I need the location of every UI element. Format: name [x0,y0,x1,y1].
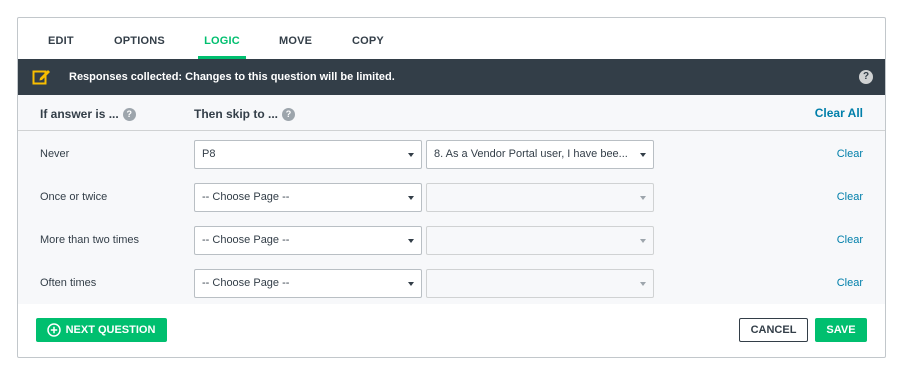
page-select[interactable]: -- Choose Page -- [194,269,422,298]
if-answer-label: If answer is ... [40,107,119,121]
clear-all-link[interactable]: Clear All [815,95,863,131]
tab-copy[interactable]: COPY [352,18,384,59]
answer-label: Once or twice [40,191,108,203]
page-select-value: -- Choose Page -- [202,191,290,203]
question-select [426,226,654,255]
clear-link[interactable]: Clear [837,262,863,305]
rule-row: Often times -- Choose Page -- Clear [18,262,885,305]
page-select-value: -- Choose Page -- [202,277,290,289]
clear-link[interactable]: Clear [837,219,863,262]
rule-row: Once or twice -- Choose Page -- Clear [18,176,885,219]
question-tabs: EDIT OPTIONS LOGIC MOVE COPY [18,18,885,59]
caret-down-icon [640,153,646,157]
answer-label: Often times [40,277,97,289]
caret-down-icon [408,196,414,200]
next-question-button[interactable]: NEXT QUESTION [36,318,167,342]
if-answer-header: If answer is ...? [40,95,136,134]
caret-down-icon [640,239,646,243]
skip-logic-table: If answer is ...? Then skip to ...? Clea… [18,95,885,304]
then-skip-header: Then skip to ...? [194,95,296,134]
question-select[interactable]: 8. As a Vendor Portal user, I have bee..… [426,140,654,169]
page-select[interactable]: -- Choose Page -- [194,183,422,212]
question-select [426,183,654,212]
help-icon[interactable]: ? [122,108,136,121]
caret-down-icon [640,282,646,286]
tab-move[interactable]: MOVE [279,18,312,59]
answer-label: Never [40,148,70,160]
page-select-value: P8 [202,148,216,160]
question-logic-panel: EDIT OPTIONS LOGIC MOVE COPY Responses c… [17,17,886,358]
help-icon[interactable]: ? [282,108,296,121]
tab-options[interactable]: OPTIONS [114,18,165,59]
help-icon[interactable]: ? [859,70,873,84]
next-question-label: NEXT QUESTION [65,324,156,336]
responses-collected-banner: Responses collected: Changes to this que… [18,59,885,95]
rule-row: More than two times -- Choose Page -- Cl… [18,219,885,262]
then-skip-label: Then skip to ... [194,107,279,121]
answer-label: More than two times [40,234,140,246]
skip-logic-header: If answer is ...? Then skip to ...? Clea… [18,95,885,131]
tab-edit[interactable]: EDIT [48,18,74,59]
save-button[interactable]: SAVE [815,318,867,342]
page-select[interactable]: P8 [194,140,422,169]
caret-down-icon [408,282,414,286]
clear-link[interactable]: Clear [837,176,863,219]
rule-row: Never P8 8. As a Vendor Portal user, I h… [18,133,885,176]
page-select-value: -- Choose Page -- [202,234,290,246]
plus-circle-icon [47,323,61,337]
cancel-button[interactable]: CANCEL [739,318,808,342]
clear-link[interactable]: Clear [837,133,863,176]
edit-warning-icon [32,70,50,85]
action-footer: NEXT QUESTION CANCEL SAVE [18,304,885,357]
caret-down-icon [408,153,414,157]
page-select[interactable]: -- Choose Page -- [194,226,422,255]
caret-down-icon [640,196,646,200]
question-select [426,269,654,298]
banner-message: Responses collected: Changes to this que… [69,71,395,83]
caret-down-icon [408,239,414,243]
tab-logic[interactable]: LOGIC [198,18,246,59]
question-select-value: 8. As a Vendor Portal user, I have bee..… [434,148,628,160]
